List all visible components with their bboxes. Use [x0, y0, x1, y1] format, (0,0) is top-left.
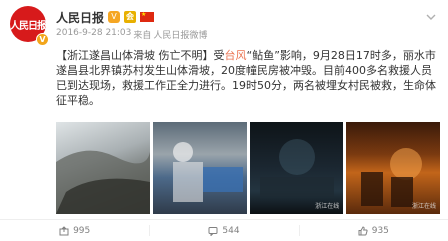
post-headline-tag: 【浙江遂昌山体滑坡 伤亡不明】: [56, 49, 214, 62]
post-text: 【浙江遂昌山体滑坡 伤亡不明】受台风“鲇鱼”影响，9月28日17时多，丽水市遂昌…: [56, 48, 440, 108]
share-count: 995: [73, 225, 91, 236]
post-meta: 2016-9-28 21:03 来自 人民日报微博: [56, 28, 207, 41]
photo-grid: 浙江在线 浙江在线: [56, 122, 440, 214]
topic-link[interactable]: 台风: [225, 49, 247, 62]
post-source[interactable]: 人民日报微博: [153, 28, 207, 41]
photo-firefighters[interactable]: 浙江在线: [346, 122, 440, 214]
post-time[interactable]: 2016-9-28 21:03: [56, 28, 131, 41]
like-button[interactable]: 935: [298, 220, 448, 241]
verified-icon: V: [36, 33, 49, 46]
share-button[interactable]: 995: [0, 220, 149, 241]
member-badge-icon[interactable]: 会: [124, 11, 137, 23]
comment-button[interactable]: 544: [149, 220, 298, 241]
chevron-down-icon[interactable]: [426, 12, 436, 22]
from-label: 来自: [133, 31, 152, 41]
like-count: 935: [371, 225, 389, 236]
thumbs-up-icon: [358, 225, 368, 235]
share-icon: [59, 225, 69, 235]
weibo-post: 人民日报 V 人民日报 V 会 ★ 2016-9-28 21:03 来自 人民日…: [0, 0, 448, 240]
author-name[interactable]: 人民日报: [56, 9, 104, 26]
post-text-part: 受: [213, 49, 225, 62]
vip-badge-icon[interactable]: V: [108, 11, 121, 23]
avatar-logo-text: 人民日报: [10, 20, 46, 32]
photo-landslide[interactable]: [56, 122, 150, 214]
comment-icon: [208, 226, 218, 236]
china-flag-icon: ★: [140, 12, 155, 22]
action-bar: 995 544 935: [0, 219, 448, 241]
photo-night[interactable]: 浙江在线: [249, 122, 344, 214]
photo-watermark: 浙江在线: [315, 203, 340, 210]
comment-count: 544: [222, 225, 240, 236]
photo-watermark: 浙江在线: [411, 203, 436, 210]
header-row: 人民日报 V 会 ★: [56, 9, 155, 26]
photo-rescue[interactable]: [152, 122, 247, 214]
